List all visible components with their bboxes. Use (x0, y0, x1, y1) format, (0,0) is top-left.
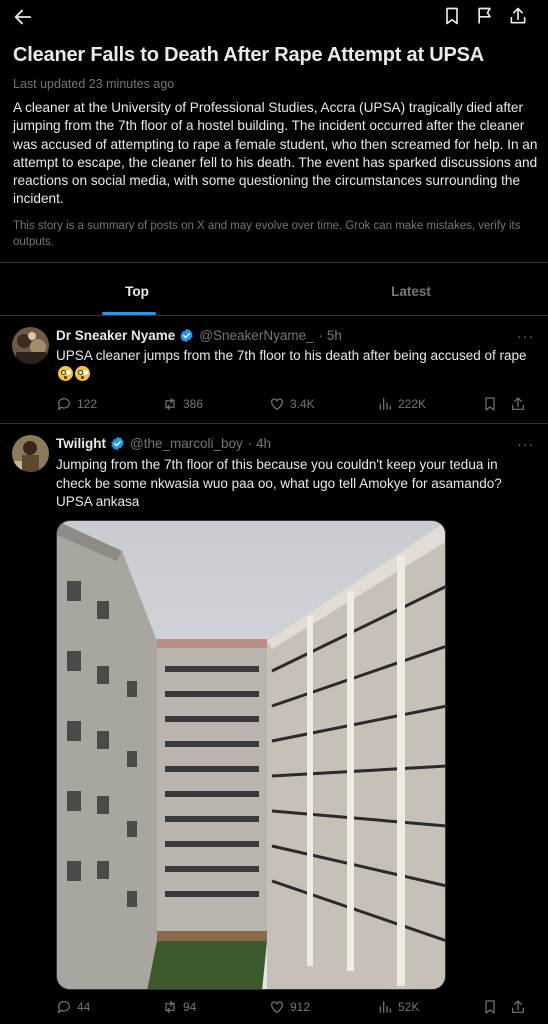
reply-icon (56, 396, 72, 412)
repost-button[interactable]: 386 (162, 396, 203, 412)
post[interactable]: Dr Sneaker Nyame @SneakerNyame_ · 5h ···… (0, 316, 548, 423)
reply-count: 44 (77, 1000, 91, 1014)
more-options-icon[interactable]: ··· (517, 436, 534, 452)
story-summary: A cleaner at the University of Professio… (13, 100, 538, 207)
views-button[interactable]: 52K (377, 999, 419, 1015)
tab-latest[interactable]: Latest (274, 263, 548, 315)
post-text: Jumping from the 7th floor of this becau… (56, 457, 502, 510)
share-icon (510, 999, 526, 1015)
reply-button[interactable]: 122 (56, 396, 97, 412)
author-name[interactable]: Twilight (56, 436, 106, 451)
like-button[interactable]: 912 (269, 999, 310, 1015)
reply-icon (56, 999, 72, 1015)
post-header: Dr Sneaker Nyame @SneakerNyame_ · 5h (56, 328, 342, 343)
avatar[interactable] (12, 435, 49, 472)
views-icon (377, 999, 393, 1015)
more-options-icon[interactable]: ··· (517, 328, 534, 344)
verified-badge-icon (110, 436, 125, 451)
views-count: 222K (398, 397, 427, 411)
repost-button[interactable]: 94 (162, 999, 196, 1015)
repost-count: 94 (183, 1000, 197, 1014)
avatar[interactable] (12, 327, 49, 364)
post-time: · 4h (247, 436, 272, 451)
share-button[interactable] (510, 999, 526, 1015)
post-actions: 44 94 912 52K (56, 999, 534, 1019)
tab-label: Latest (391, 284, 431, 299)
reply-button[interactable]: 44 (56, 999, 90, 1015)
bookmark-button[interactable] (482, 396, 498, 412)
author-handle[interactable]: @the_marcoli_boy (130, 436, 243, 451)
story-disclaimer: This story is a summary of posts on X an… (13, 220, 521, 248)
bookmark-icon[interactable] (442, 6, 462, 26)
like-count: 912 (290, 1000, 311, 1014)
tab-label: Top (125, 284, 149, 299)
repost-icon (162, 396, 178, 412)
like-button[interactable]: 3.4K (269, 396, 315, 412)
post-time: · 5h (318, 328, 342, 343)
views-count: 52K (398, 1000, 420, 1014)
post-actions: 122 386 3.4K 222K (56, 396, 534, 416)
arrow-left-icon[interactable] (12, 6, 34, 28)
heart-icon (269, 396, 285, 412)
bookmark-icon (482, 396, 498, 412)
share-icon[interactable] (508, 6, 528, 26)
reply-count: 122 (77, 397, 98, 411)
repost-icon (162, 999, 178, 1015)
tab-bar: Top Latest (0, 263, 548, 315)
heart-icon (269, 999, 285, 1015)
views-button[interactable]: 222K (377, 396, 426, 412)
top-bar (0, 0, 548, 34)
bookmark-button[interactable] (482, 999, 498, 1015)
flushed-face-emoji-icon (75, 365, 90, 381)
post-text: UPSA cleaner jumps from the 7th floor to… (56, 347, 530, 384)
post-body: UPSA cleaner jumps from the 7th floor to… (56, 348, 527, 363)
author-name[interactable]: Dr Sneaker Nyame (56, 328, 175, 343)
views-icon (377, 396, 393, 412)
post-image[interactable] (56, 520, 446, 990)
flushed-face-emoji-icon (58, 365, 73, 381)
flag-icon[interactable] (475, 6, 495, 26)
bookmark-icon (482, 999, 498, 1015)
like-count: 3.4K (290, 397, 315, 411)
story-title: Cleaner Falls to Death After Rape Attemp… (13, 44, 485, 66)
repost-count: 386 (183, 397, 204, 411)
share-icon (510, 396, 526, 412)
post-header: Twilight @the_marcoli_boy · 4h (56, 436, 271, 451)
share-button[interactable] (510, 396, 526, 412)
last-updated: Last updated 23 minutes ago (13, 77, 175, 91)
verified-badge-icon (179, 328, 194, 343)
tab-top[interactable]: Top (0, 263, 274, 315)
author-handle[interactable]: @SneakerNyame_ (199, 328, 313, 343)
